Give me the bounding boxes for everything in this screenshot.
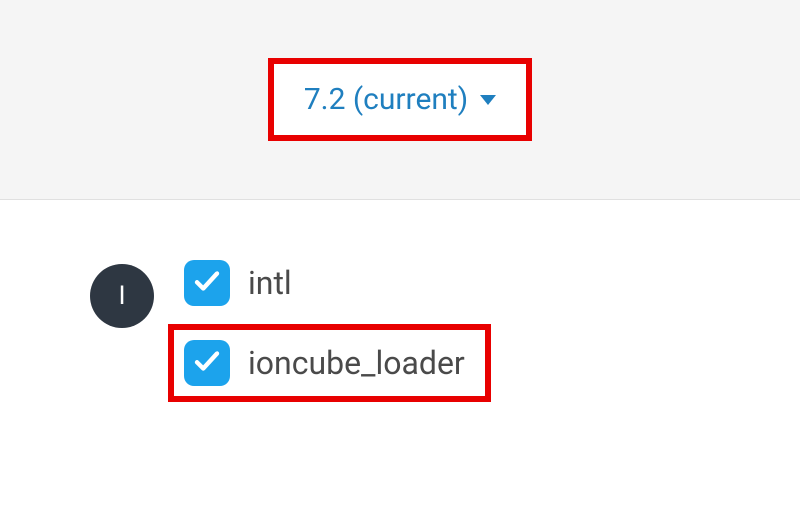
php-version-dropdown[interactable]: 7.2 (current) xyxy=(268,58,532,141)
extensions-list: intl ioncube_loader xyxy=(184,260,491,402)
chevron-down-icon xyxy=(480,95,496,105)
version-label: 7.2 (current) xyxy=(304,82,468,117)
extension-checkbox-intl[interactable] xyxy=(184,260,230,306)
alpha-group-badge: I xyxy=(90,264,154,328)
extension-label: ioncube_loader xyxy=(248,344,465,382)
extension-label: intl xyxy=(248,264,292,302)
check-icon xyxy=(192,266,222,300)
extension-row: intl xyxy=(184,260,491,306)
extension-row: ioncube_loader xyxy=(168,324,491,402)
alpha-letter: I xyxy=(118,281,125,311)
extension-checkbox-ioncube[interactable] xyxy=(184,340,230,386)
extensions-section: I intl ioncube_loader xyxy=(0,200,800,442)
version-selector-section: 7.2 (current) xyxy=(0,0,800,200)
check-icon xyxy=(192,346,222,380)
